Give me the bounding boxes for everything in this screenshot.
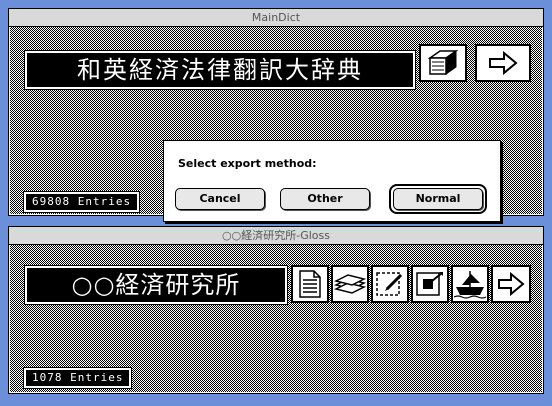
next-arrow-icon[interactable] (491, 265, 531, 303)
export-dialog: Select export method: Cancel Other Norma… (163, 140, 501, 222)
stack-icon[interactable] (419, 44, 467, 82)
gloss-titlebar[interactable]: ○○経済研究所-Gloss (9, 227, 543, 245)
dialog-message: Select export method: (178, 157, 317, 170)
ship-icon[interactable] (451, 265, 489, 303)
edit-card-icon[interactable] (371, 265, 409, 303)
main-dict-titlebar[interactable]: MainDict (9, 9, 543, 27)
gloss-content: ○○経済研究所 1078 Entries (10, 245, 542, 392)
gloss-window: ○○経済研究所-Gloss ○○経済研究所 1078 Entries (8, 226, 544, 394)
entry-count: 1078 Entries (22, 367, 133, 389)
entry-count: 69808 Entries (22, 191, 141, 213)
normal-button[interactable]: Normal (393, 188, 483, 210)
cancel-button[interactable]: Cancel (175, 188, 265, 210)
next-arrow-icon[interactable] (475, 44, 531, 82)
dictionary-name: 和英経済法律翻訳大辞典 (24, 50, 416, 90)
export-card-icon[interactable] (411, 265, 449, 303)
document-list-icon[interactable] (291, 265, 329, 303)
gloss-name: ○○経済研究所 (24, 265, 288, 305)
card-stack-icon[interactable] (331, 265, 369, 303)
other-button[interactable]: Other (280, 188, 370, 210)
